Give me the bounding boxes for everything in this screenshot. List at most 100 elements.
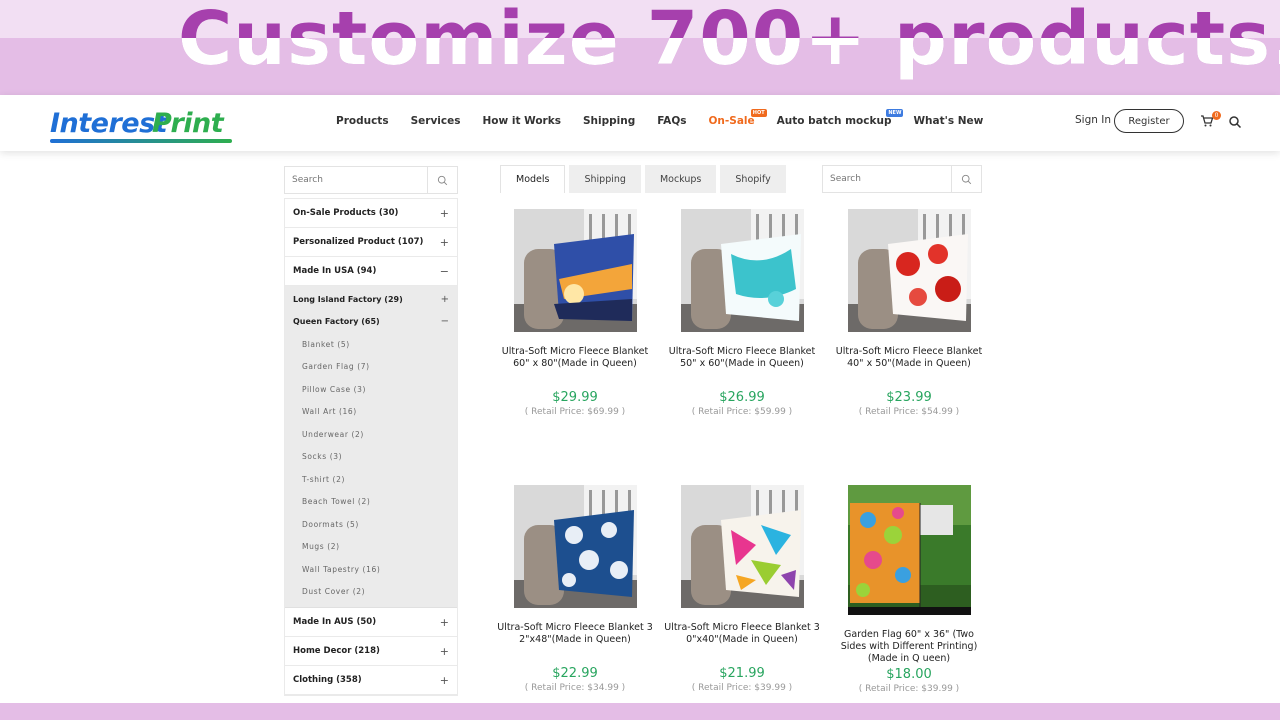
category-personalized[interactable]: Personalized Product (107) + <box>285 228 457 257</box>
collapse-icon[interactable]: − <box>440 265 449 278</box>
product-card[interactable]: Ultra-Soft Micro Fleece Blanket 60" x 80… <box>494 209 656 417</box>
leaf-mugs[interactable]: Mugs (2) <box>285 536 457 559</box>
product-name[interactable]: Ultra-Soft Micro Fleece Blanket 3 0"x40"… <box>661 622 823 646</box>
nav-auto-batch-mockup[interactable]: Auto batch mockup NEW <box>777 109 904 127</box>
product-price: $22.99 <box>552 666 598 681</box>
tab-mockups[interactable]: Mockups <box>644 165 717 193</box>
product-card[interactable]: Ultra-Soft Micro Fleece Blanket 50" x 60… <box>661 209 823 417</box>
category-label: Made In AUS (50) <box>293 617 377 627</box>
product-price: $23.99 <box>886 390 932 405</box>
product-image[interactable] <box>847 485 971 615</box>
product-image[interactable] <box>513 209 637 332</box>
nav-products[interactable]: Products <box>336 115 389 127</box>
expand-icon[interactable]: + <box>441 294 449 305</box>
nav-how-it-works[interactable]: How it Works <box>482 115 560 127</box>
sidebar-search <box>284 166 458 194</box>
collapse-icon[interactable]: − <box>441 316 449 327</box>
category-label: Clothing (358) <box>293 675 362 685</box>
category-label: On-Sale Products (30) <box>293 208 399 218</box>
product-card[interactable]: Ultra-Soft Micro Fleece Blanket 40" x 50… <box>828 209 990 417</box>
sidebar-search-input[interactable] <box>285 167 429 193</box>
product-price: $26.99 <box>719 390 765 405</box>
nav-whats-new[interactable]: What's New <box>913 115 983 127</box>
expand-icon[interactable]: + <box>440 645 449 658</box>
subcategory-label: Queen Factory (65) <box>293 317 380 327</box>
nav-services[interactable]: Services <box>411 115 461 127</box>
search-icon <box>437 175 448 185</box>
leaf-blanket[interactable]: Blanket (5) <box>285 333 457 356</box>
promo-banner: Customize 700+ products. Customize 700+ … <box>0 0 1280 95</box>
product-search-button[interactable] <box>951 166 981 192</box>
category-label: Personalized Product (107) <box>293 237 424 247</box>
category-on-sale[interactable]: On-Sale Products (30) + <box>285 199 457 228</box>
cart-count-badge: 0 <box>1212 111 1221 120</box>
nav-on-sale-label: On-Sale <box>708 115 755 127</box>
search-icon <box>961 174 972 184</box>
logo-underline <box>50 139 232 143</box>
product-name[interactable]: Ultra-Soft Micro Fleece Blanket 40" x 50… <box>828 346 990 370</box>
leaf-garden-flag[interactable]: Garden Flag (7) <box>285 356 457 379</box>
product-image[interactable] <box>847 209 971 332</box>
tab-shopify[interactable]: Shopify <box>720 165 786 193</box>
category-made-in-aus[interactable]: Made In AUS (50) + <box>285 608 457 637</box>
product-card[interactable]: Ultra-Soft Micro Fleece Blanket 3 0"x40"… <box>661 485 823 693</box>
product-search-input[interactable] <box>823 166 951 192</box>
hot-badge: HOT <box>750 109 767 117</box>
content-tabs: Models Shipping Mockups Shopify <box>500 165 790 193</box>
logo-word-print: Print <box>152 108 224 139</box>
sidebar-search-button[interactable] <box>427 167 457 193</box>
category-home-decor[interactable]: Home Decor (218) + <box>285 637 457 666</box>
category-made-in-usa[interactable]: Made In USA (94) − <box>285 257 457 286</box>
product-card[interactable]: Ultra-Soft Micro Fleece Blanket 3 2"x48"… <box>494 485 656 693</box>
product-name[interactable]: Garden Flag 60" x 36" (Two Sides with Di… <box>828 629 990 665</box>
expand-icon[interactable]: + <box>440 236 449 249</box>
product-card[interactable]: Garden Flag 60" x 36" (Two Sides with Di… <box>828 485 990 694</box>
banner-headline-lower: Customize 700+ products. <box>0 38 1280 95</box>
leaf-t-shirt[interactable]: T-shirt (2) <box>285 468 457 491</box>
expand-icon[interactable]: + <box>440 207 449 220</box>
category-sidebar: On-Sale Products (30) + Personalized Pro… <box>284 166 458 696</box>
made-in-usa-submenu: Long Island Factory (29) + Queen Factory… <box>285 286 457 608</box>
nav-faqs[interactable]: FAQs <box>657 115 686 127</box>
product-retail-price: ( Retail Price: $39.99 ) <box>691 683 793 693</box>
product-image[interactable] <box>513 485 637 608</box>
product-image[interactable] <box>680 209 804 332</box>
product-name[interactable]: Ultra-Soft Micro Fleece Blanket 50" x 60… <box>661 346 823 370</box>
product-search <box>822 165 982 193</box>
subcategory-queen-factory[interactable]: Queen Factory (65) − <box>285 311 457 334</box>
nav-shipping[interactable]: Shipping <box>583 115 635 127</box>
product-name[interactable]: Ultra-Soft Micro Fleece Blanket 60" x 80… <box>494 346 656 370</box>
product-price: $18.00 <box>886 667 932 682</box>
category-clothing[interactable]: Clothing (358) + <box>285 666 457 695</box>
tab-models[interactable]: Models <box>500 165 566 193</box>
product-price: $21.99 <box>719 666 765 681</box>
product-retail-price: ( Retail Price: $39.99 ) <box>858 684 960 694</box>
leaf-beach-towel[interactable]: Beach Towel (2) <box>285 491 457 514</box>
site-header: Interest Print Products Services How it … <box>0 95 1280 151</box>
leaf-socks[interactable]: Socks (3) <box>285 446 457 469</box>
new-badge: NEW <box>886 109 904 117</box>
leaf-dust-cover[interactable]: Dust Cover (2) <box>285 581 457 604</box>
tab-shipping[interactable]: Shipping <box>569 165 641 193</box>
leaf-underwear[interactable]: Underwear (2) <box>285 423 457 446</box>
register-button[interactable]: Register <box>1114 109 1184 133</box>
expand-icon[interactable]: + <box>440 674 449 687</box>
expand-icon[interactable]: + <box>440 616 449 629</box>
search-icon[interactable] <box>1228 115 1242 129</box>
category-list: On-Sale Products (30) + Personalized Pro… <box>284 198 458 696</box>
main-nav: Products Services How it Works Shipping … <box>336 109 1005 127</box>
nav-on-sale[interactable]: On-Sale HOT <box>708 109 767 127</box>
sign-in-link[interactable]: Sign In <box>1075 114 1111 126</box>
category-label: Made In USA (94) <box>293 266 377 276</box>
banner-headline-white: Customize 700+ products. <box>178 38 1280 82</box>
logo-word-interest: Interest <box>50 108 168 139</box>
product-image[interactable] <box>680 485 804 608</box>
interestprint-logo[interactable]: Interest Print <box>50 108 232 143</box>
subcategory-long-island[interactable]: Long Island Factory (29) + <box>285 288 457 311</box>
leaf-wall-art[interactable]: Wall Art (16) <box>285 401 457 424</box>
product-name[interactable]: Ultra-Soft Micro Fleece Blanket 3 2"x48"… <box>494 622 656 646</box>
product-retail-price: ( Retail Price: $69.99 ) <box>524 407 626 417</box>
leaf-wall-tapestry[interactable]: Wall Tapestry (16) <box>285 558 457 581</box>
leaf-pillow-case[interactable]: Pillow Case (3) <box>285 378 457 401</box>
leaf-doormats[interactable]: Doormats (5) <box>285 513 457 536</box>
